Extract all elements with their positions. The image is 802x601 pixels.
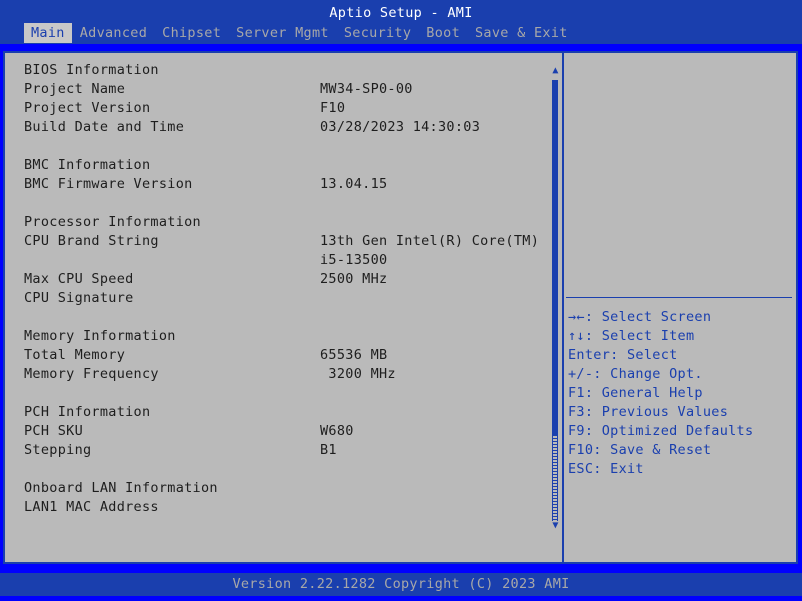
value-cpu-brand-cont: i5-13500	[320, 252, 388, 268]
value-pch-sku: W680	[320, 423, 354, 439]
value-total-memory: 65536 MB	[320, 347, 388, 363]
tab-boot[interactable]: Boot	[419, 23, 467, 43]
value-stepping: B1	[320, 442, 337, 458]
help-select-item: ↑↓: Select Item	[568, 328, 695, 344]
tab-advanced[interactable]: Advanced	[73, 23, 154, 43]
help-change-opt: +/-: Change Opt.	[568, 366, 703, 382]
app-title: Aptio Setup - AMI	[329, 5, 473, 21]
label-bmc-firmware: BMC Firmware Version	[24, 176, 193, 192]
help-previous-values: F3: Previous Values	[568, 404, 729, 420]
tab-security[interactable]: Security	[337, 23, 418, 43]
help-optimized-defaults: F9: Optimized Defaults	[568, 423, 754, 439]
scroll-thumb[interactable]	[552, 80, 558, 435]
label-lan1-mac: LAN1 MAC Address	[24, 499, 159, 515]
help-select-screen: →←: Select Screen	[568, 309, 712, 325]
label-project-name: Project Name	[24, 81, 126, 97]
label-build-date: Build Date and Time	[24, 119, 185, 135]
label-memory-frequency: Memory Frequency	[24, 366, 159, 382]
value-memory-frequency: 3200 MHz	[320, 366, 396, 382]
scroll-track[interactable]	[552, 435, 558, 521]
section-heading-processor: Processor Information	[24, 214, 201, 230]
section-heading-bmc: BMC Information	[24, 157, 151, 173]
tab-save-exit[interactable]: Save & Exit	[468, 23, 575, 43]
label-pch-sku: PCH SKU	[24, 423, 83, 439]
tab-main[interactable]: Main	[24, 23, 72, 43]
help-general-help: F1: General Help	[568, 385, 703, 401]
value-build-date: 03/28/2023 14:30:03	[320, 119, 481, 135]
label-max-cpu-speed: Max CPU Speed	[24, 271, 134, 287]
value-project-version: F10	[320, 100, 346, 116]
scroll-up-icon[interactable]: ▲	[550, 66, 561, 76]
value-max-cpu-speed: 2500 MHz	[320, 271, 388, 287]
label-total-memory: Total Memory	[24, 347, 126, 363]
help-divider	[566, 297, 792, 298]
help-enter-select: Enter: Select	[568, 347, 678, 363]
tab-bar: Main Advanced Chipset Server Mgmt Securi…	[24, 23, 576, 43]
value-bmc-firmware: 13.04.15	[320, 176, 388, 192]
value-cpu-brand: 13th Gen Intel(R) Core(TM)	[320, 233, 540, 249]
section-heading-pch: PCH Information	[24, 404, 151, 420]
version-footer: Version 2.22.1282 Copyright (C) 2023 AMI	[232, 576, 570, 592]
help-esc-exit: ESC: Exit	[568, 461, 644, 477]
tab-chipset[interactable]: Chipset	[155, 23, 228, 43]
label-stepping: Stepping	[24, 442, 92, 458]
value-project-name: MW34-SP0-00	[320, 81, 413, 97]
help-save-reset: F10: Save & Reset	[568, 442, 712, 458]
label-project-version: Project Version	[24, 100, 151, 116]
label-cpu-signature: CPU Signature	[24, 290, 134, 306]
label-cpu-brand: CPU Brand String	[24, 233, 159, 249]
section-heading-memory: Memory Information	[24, 328, 176, 344]
scroll-down-icon[interactable]: ▼	[550, 521, 561, 531]
section-heading-bios: BIOS Information	[24, 62, 159, 78]
panel-divider	[562, 51, 564, 564]
scrollbar[interactable]: ▲ ▼	[550, 64, 561, 534]
tab-server-mgmt[interactable]: Server Mgmt	[229, 23, 336, 43]
section-heading-onboard-lan: Onboard LAN Information	[24, 480, 218, 496]
